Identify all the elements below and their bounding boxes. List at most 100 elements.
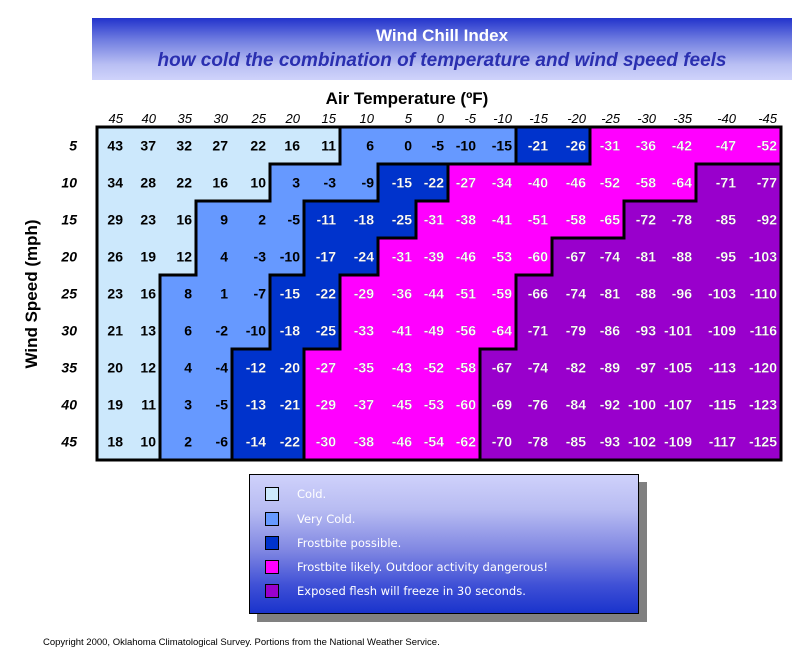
- cell-value: -107: [664, 397, 692, 413]
- cell-value: -2: [216, 323, 229, 339]
- cell-value: 16: [140, 286, 156, 302]
- legend: Cold. Very Cold. Frostbite possible. Fro…: [249, 474, 639, 614]
- cell-value: -38: [456, 212, 476, 228]
- cell-value: -77: [757, 175, 777, 191]
- cell-value: 3: [184, 397, 192, 413]
- cell-value: -12: [246, 360, 266, 376]
- x-tick-label: 10: [360, 111, 375, 126]
- cell-value: -31: [392, 249, 412, 265]
- cell-value: -71: [528, 323, 548, 339]
- cell-value: -84: [566, 397, 586, 413]
- x-tick-label: 15: [322, 111, 337, 126]
- cell-value: -69: [492, 397, 512, 413]
- cell-value: -64: [492, 323, 512, 339]
- cell-value: -22: [316, 286, 336, 302]
- cell-value: 23: [140, 212, 156, 228]
- cell-value: -4: [216, 360, 229, 376]
- cell-value: -67: [492, 360, 512, 376]
- cell-value: -125: [749, 434, 777, 450]
- cell-value: -88: [636, 286, 656, 302]
- cell-value: -62: [456, 434, 476, 450]
- x-tick-label: -40: [717, 111, 737, 126]
- cell-value: -52: [600, 175, 620, 191]
- cell-value: -21: [528, 138, 548, 154]
- cell-value: -59: [492, 286, 512, 302]
- cell-value: -60: [456, 397, 476, 413]
- cell-value: 9: [220, 212, 228, 228]
- cell-value: -42: [672, 138, 692, 154]
- cell-value: -21: [280, 397, 300, 413]
- cell-value: -74: [566, 286, 586, 302]
- legend-label: Frostbite likely. Outdoor activity dange…: [297, 560, 548, 574]
- cell-value: -34: [492, 175, 512, 191]
- cell-value: 32: [176, 138, 192, 154]
- legend-item-freeze: Exposed flesh will freeze in 30 seconds.: [265, 582, 526, 600]
- cell-value: -53: [424, 397, 444, 413]
- legend-swatch-frostbite-likely: [265, 560, 279, 574]
- cell-value: -72: [636, 212, 656, 228]
- cell-value: -81: [636, 249, 656, 265]
- x-tick-label: -25: [601, 111, 621, 126]
- legend-item-cold: Cold.: [265, 485, 326, 503]
- cell-value: -30: [316, 434, 336, 450]
- cell-value: -92: [600, 397, 620, 413]
- cell-value: -3: [324, 175, 337, 191]
- cell-value: -25: [392, 212, 412, 228]
- legend-label: Very Cold.: [297, 512, 356, 526]
- cell-value: 29: [107, 212, 123, 228]
- cell-value: -49: [424, 323, 444, 339]
- cell-value: 16: [284, 138, 300, 154]
- cell-value: -81: [600, 286, 620, 302]
- cell-value: -97: [636, 360, 656, 376]
- cell-value: 34: [107, 175, 123, 191]
- cell-value: -7: [254, 286, 267, 302]
- cell-value: -9: [362, 175, 375, 191]
- cell-value: 12: [140, 360, 156, 376]
- cell-value: -109: [708, 323, 736, 339]
- cell-value: -5: [216, 397, 229, 413]
- cell-value: -71: [716, 175, 736, 191]
- cell-value: 11: [321, 138, 336, 154]
- cell-value: -36: [392, 286, 412, 302]
- y-tick-label: 10: [61, 175, 77, 191]
- cell-value: -89: [600, 360, 620, 376]
- cell-value: 8: [184, 286, 192, 302]
- cell-value: -92: [757, 212, 777, 228]
- cell-value: 0: [404, 138, 412, 154]
- cell-value: 4: [220, 249, 228, 265]
- cell-value: -22: [424, 175, 444, 191]
- cell-value: -45: [392, 397, 412, 413]
- cell-value: -88: [672, 249, 692, 265]
- cell-value: -46: [392, 434, 412, 450]
- legend-label: Exposed flesh will freeze in 30 seconds.: [297, 584, 526, 598]
- cell-value: -85: [716, 212, 736, 228]
- cell-value: -37: [354, 397, 374, 413]
- cell-value: -109: [664, 434, 692, 450]
- cell-value: -41: [492, 212, 512, 228]
- cell-value: -74: [528, 360, 548, 376]
- x-tick-label: 35: [178, 111, 193, 126]
- x-tick-label: 40: [142, 111, 157, 126]
- y-tick-label: 45: [60, 434, 77, 450]
- cell-value: -25: [316, 323, 336, 339]
- cell-value: -29: [316, 397, 336, 413]
- cell-value: -110: [750, 286, 777, 302]
- cell-value: -116: [750, 323, 777, 339]
- cell-value: 18: [107, 434, 123, 450]
- cell-value: -51: [528, 212, 548, 228]
- cell-value: -96: [672, 286, 692, 302]
- cell-value: 27: [212, 138, 228, 154]
- wind-chill-grid: 43 37 32 27 22 16 11 6 0 -5 -10 -15 -21 -26 -31 -36 -42-…: [60, 111, 783, 462]
- cell-value: -38: [354, 434, 374, 450]
- cell-value: -51: [456, 286, 476, 302]
- cell-value: -78: [528, 434, 548, 450]
- cell-value: -53: [492, 249, 512, 265]
- cell-value: -33: [354, 323, 374, 339]
- x-tick-label: -35: [673, 111, 693, 126]
- cell-value: -86: [600, 323, 620, 339]
- cell-value: 2: [184, 434, 192, 450]
- cell-value: -15: [280, 286, 300, 302]
- cell-value: -31: [600, 138, 620, 154]
- cell-value: -58: [456, 360, 476, 376]
- cell-value: 3: [292, 175, 300, 191]
